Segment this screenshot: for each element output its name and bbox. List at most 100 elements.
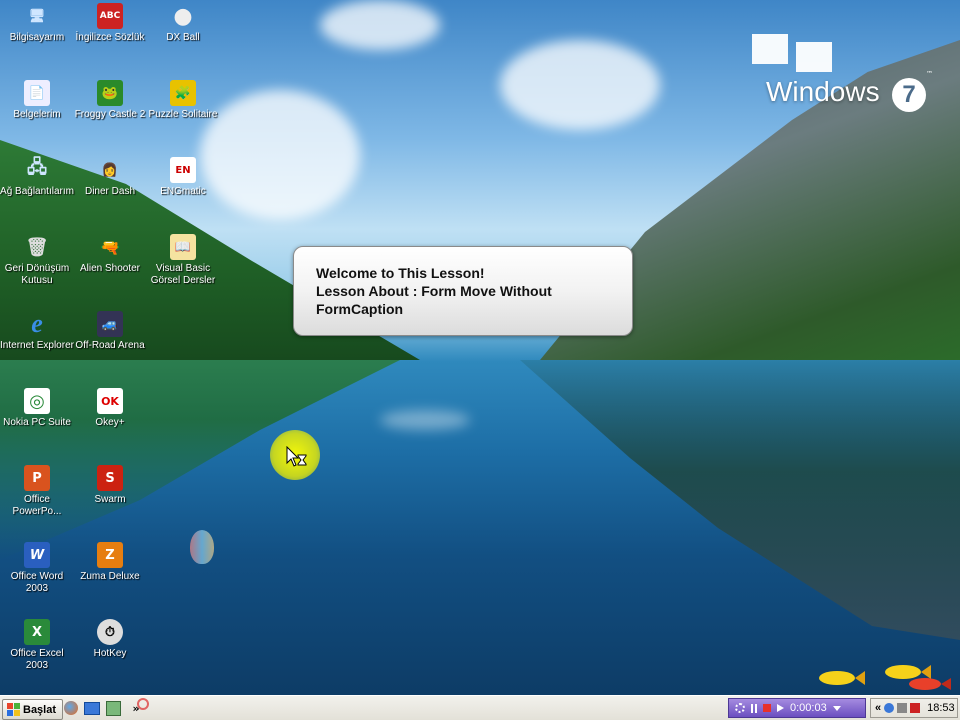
desktop-icon-froggy-castle[interactable]: 🐸 Froggy Castle 2 xyxy=(73,80,147,121)
desktop-icon-word[interactable]: W Office Word 2003 xyxy=(0,542,74,595)
icon-label: Belgelerim xyxy=(13,109,61,120)
cloud xyxy=(320,0,440,50)
powerpoint-icon: P xyxy=(24,465,50,491)
truck-icon: 🚙 xyxy=(97,311,123,337)
waitress-icon: 👩 xyxy=(101,162,119,178)
start-button[interactable]: Başlat xyxy=(2,699,64,720)
desktop-icon-nokia-pc-suite[interactable]: ◎ Nokia PC Suite xyxy=(0,388,74,429)
stopwatch-icon: ⏱ xyxy=(97,619,123,645)
click-indicator xyxy=(137,698,149,710)
network-icon: 🖧 xyxy=(26,157,48,178)
engmatic-icon: EN xyxy=(170,157,196,183)
quick-launch-desktop-icon[interactable] xyxy=(84,700,100,716)
nokia-icon: ◎ xyxy=(24,388,50,414)
windows-version-badge: 7 xyxy=(892,78,926,112)
icon-label: Geri Dönüşüm Kutusu xyxy=(4,263,70,286)
clock[interactable]: 18:53 xyxy=(927,702,955,714)
desktop-icon-dxball[interactable]: ● DX Ball xyxy=(146,3,220,44)
icon-label: Alien Shooter xyxy=(79,263,141,274)
windows-wordmark: Windows xyxy=(766,76,880,107)
tray-expand-icon[interactable]: « xyxy=(875,702,881,714)
lesson-welcome-text: Welcome to This Lesson! xyxy=(316,265,485,281)
windows-7-logo: Windows 7 ™ xyxy=(752,30,933,112)
desktop-icon-network[interactable]: 🖧 Ağ Bağlantılarım xyxy=(0,157,74,198)
security-tray-icon[interactable] xyxy=(910,703,921,713)
icon-label: Puzzle Solitaire xyxy=(148,109,218,120)
cloud-reflection xyxy=(380,410,470,430)
excel-icon: X xyxy=(24,619,50,645)
desktop-icon-documents[interactable]: 📄 Belgelerim xyxy=(0,80,74,121)
windows-flag-icon xyxy=(7,703,20,716)
stop-icon[interactable] xyxy=(763,704,771,712)
desktop-icon-computer[interactable]: 🖥 Bilgisayarım xyxy=(0,3,74,44)
busy-cursor-icon xyxy=(286,446,307,467)
icon-label: Internet Explorer xyxy=(0,340,74,351)
desktop-icon-dictionary[interactable]: ABC İngilizce Sözlük xyxy=(73,3,147,44)
lesson-topic-text-continued: FormCaption xyxy=(316,301,404,317)
computer-icon: 🖥 xyxy=(28,8,46,24)
right-reflection xyxy=(520,360,960,640)
start-label: Başlat xyxy=(23,703,57,716)
desktop-icon-hotkey[interactable]: ⏱ HotKey xyxy=(73,619,147,660)
documents-icon: 📄 xyxy=(24,80,50,106)
recycle-bin-icon: 🗑 xyxy=(25,236,49,258)
desktop-icon-puzzle-solitaire[interactable]: 🧩 Puzzle Solitaire xyxy=(146,80,220,121)
lesson-form[interactable]: Welcome to This Lesson! Lesson About : F… xyxy=(293,246,633,336)
desktop-icon-excel[interactable]: X Office Excel 2003 xyxy=(0,619,74,672)
frog-icon: 🐸 xyxy=(97,80,123,106)
desktop-icon-okey[interactable]: OK Okey+ xyxy=(73,388,147,429)
system-tray: « 18:53 xyxy=(870,698,958,718)
balloon-decoration xyxy=(190,530,214,564)
icon-label: Off-Road Arena xyxy=(75,340,145,351)
swarm-icon: S xyxy=(97,465,123,491)
icon-label: DX Ball xyxy=(166,32,200,43)
play-icon[interactable] xyxy=(777,704,784,712)
desktop-icon-diner-dash[interactable]: 👩 Diner Dash xyxy=(73,157,147,198)
network-tray-icon[interactable] xyxy=(884,703,895,713)
icon-label: Nokia PC Suite xyxy=(3,417,71,428)
word-icon: W xyxy=(24,542,50,568)
icon-label: ENGmatic xyxy=(160,186,206,197)
speaker-tray-icon[interactable] xyxy=(897,703,908,713)
logo-square xyxy=(752,34,788,64)
desktop-icon-visual-basic[interactable]: 📖 Visual Basic Görsel Dersler xyxy=(146,234,220,287)
icon-label: Office PowerPo... xyxy=(12,494,62,517)
ball-icon: ● xyxy=(173,3,193,29)
chevron-down-icon[interactable] xyxy=(832,705,841,711)
icon-label: İngilizce Sözlük xyxy=(75,32,145,43)
icon-label: Okey+ xyxy=(95,417,125,428)
icon-label: Zuma Deluxe xyxy=(80,571,140,582)
quick-launch-app-icon[interactable] xyxy=(105,700,121,716)
logo-square xyxy=(796,42,832,72)
desktop-icon-swarm[interactable]: S Swarm xyxy=(73,465,147,506)
quick-launch-firefox-icon[interactable] xyxy=(63,700,79,716)
trademark-mark: ™ xyxy=(926,70,933,78)
icon-label: Office Word 2003 xyxy=(10,571,64,594)
desktop-icon-alien-shooter[interactable]: 🔫 Alien Shooter xyxy=(73,234,147,275)
internet-explorer-icon: e xyxy=(31,309,43,338)
zuma-icon: Z xyxy=(97,542,123,568)
puzzle-icon: 🧩 xyxy=(170,80,196,106)
gun-icon: 🔫 xyxy=(100,237,120,257)
icon-label: HotKey xyxy=(93,648,127,659)
book-icon: 📖 xyxy=(170,234,196,260)
desktop-icon-engmatic[interactable]: EN ENGmatic xyxy=(146,157,220,198)
taskbar: Başlat » 0:00:03 « 18:53 xyxy=(0,695,960,720)
icon-label: Visual Basic Görsel Dersler xyxy=(150,263,216,286)
lesson-topic-text: Lesson About : Form Move Without xyxy=(316,283,552,299)
recorder-spinner-icon xyxy=(735,703,745,713)
desktop-icon-internet-explorer[interactable]: e Internet Explorer xyxy=(0,309,74,352)
pause-icon[interactable] xyxy=(751,703,757,713)
desktop-icon-powerpoint[interactable]: P Office PowerPo... xyxy=(0,465,74,518)
desktop-icon-recycle-bin[interactable]: 🗑 Geri Dönüşüm Kutusu xyxy=(0,234,74,287)
desktop-icon-off-road-arena[interactable]: 🚙 Off-Road Arena xyxy=(73,311,147,352)
cloud xyxy=(500,40,660,130)
icon-label: Office Excel 2003 xyxy=(10,648,64,671)
icon-label: Froggy Castle 2 xyxy=(74,109,146,120)
cloud xyxy=(200,90,360,220)
icon-label: Bilgisayarım xyxy=(9,32,65,43)
icon-label: Diner Dash xyxy=(84,186,136,197)
screen-recorder-bar: 0:00:03 xyxy=(728,698,866,718)
desktop-icon-zuma-deluxe[interactable]: Z Zuma Deluxe xyxy=(73,542,147,583)
okey-icon: OK xyxy=(97,388,123,414)
